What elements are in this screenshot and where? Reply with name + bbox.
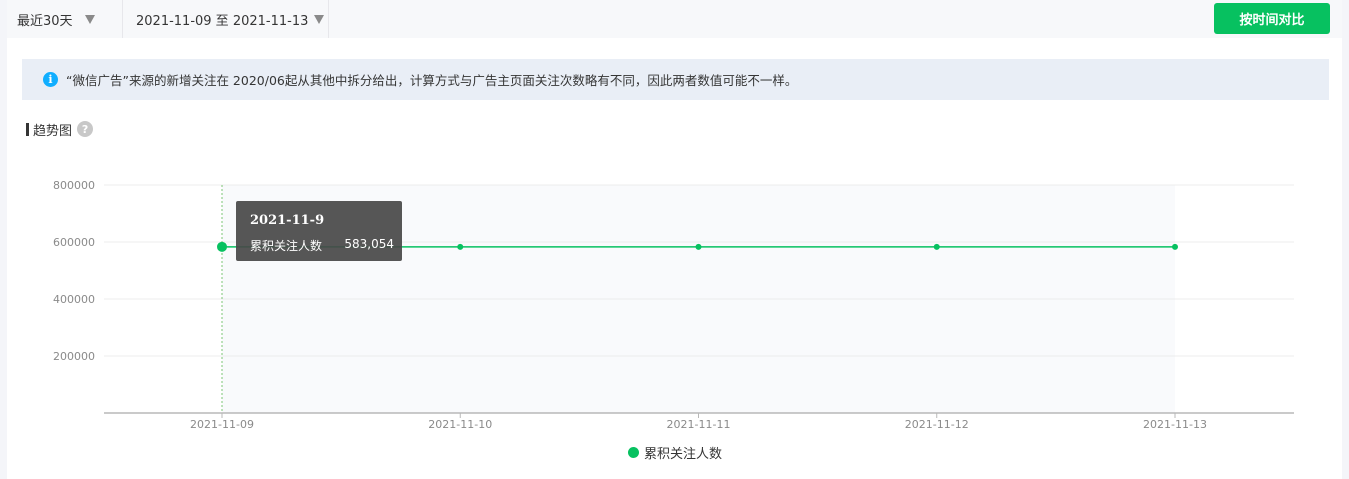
- chart-legend[interactable]: 累积关注人数: [628, 443, 722, 462]
- y-tick-label: 800000: [53, 179, 95, 192]
- data-point: [457, 243, 464, 250]
- y-tick-label: 600000: [53, 236, 95, 249]
- legend-dot: [628, 447, 639, 458]
- page: 最近30天 2021-11-09 至 2021-11-13 按时间对比 i “微…: [7, 0, 1342, 479]
- y-tick-label: 400000: [53, 293, 95, 306]
- data-point: [1172, 243, 1178, 250]
- data-point: [695, 243, 702, 250]
- y-tick-label: 200000: [53, 350, 95, 363]
- legend-label: 累积关注人数: [644, 447, 723, 462]
- x-tick-label: 2021-11-12: [905, 418, 969, 431]
- x-tick-label: 2021-11-11: [667, 418, 731, 431]
- x-tick-label: 2021-11-13: [1143, 418, 1207, 431]
- data-point: [217, 241, 227, 252]
- chart-tooltip: 2021-11-9 累积关注人数 583,054: [236, 201, 402, 261]
- tooltip-series-name: 累积关注人数: [250, 239, 323, 253]
- tooltip-title: 2021-11-9: [250, 213, 325, 228]
- tooltip-value: 583,054: [344, 237, 394, 251]
- trend-chart: 200000 400000 600000 800000 2021-11-09 2021-1…: [53, 179, 1294, 431]
- x-tick-label: 2021-11-10: [428, 418, 492, 431]
- x-tick-label: 2021-11-09: [190, 418, 254, 431]
- data-point: [933, 243, 940, 250]
